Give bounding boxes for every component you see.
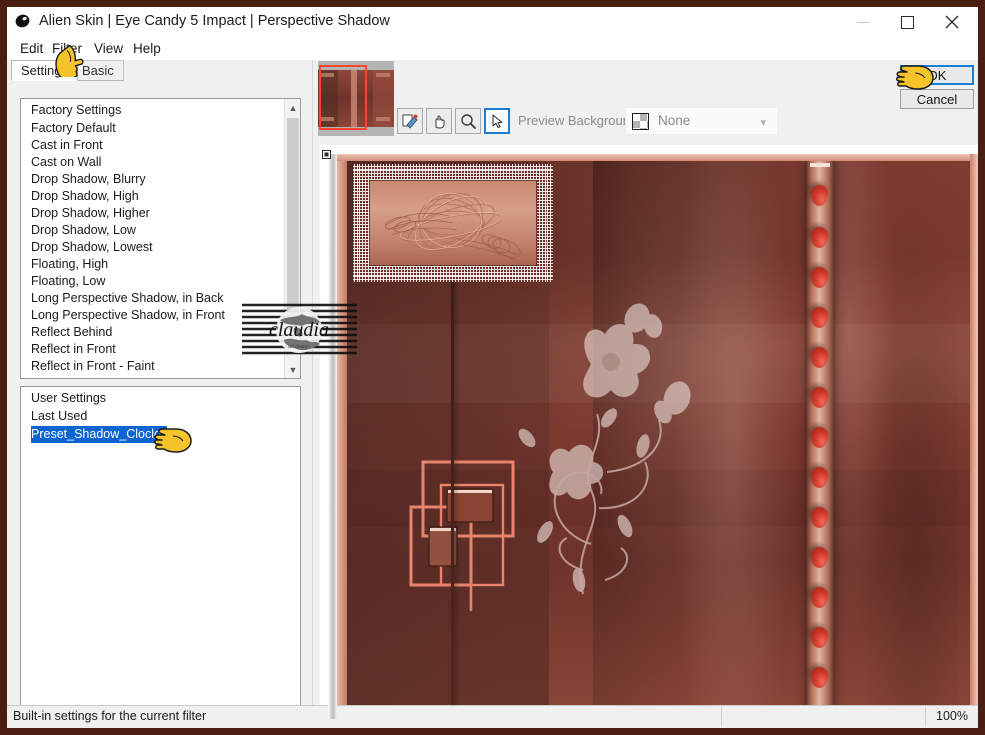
- status-bar: Built-in settings for the current filter…: [7, 705, 978, 728]
- status-message: Built-in settings for the current filter: [13, 709, 207, 723]
- artwork-left-border: [337, 154, 347, 719]
- menu-item-edit[interactable]: Edit: [16, 39, 47, 58]
- preview-background-select[interactable]: None ▾: [625, 107, 778, 135]
- artwork-petal: [811, 387, 828, 408]
- artwork-ornament-column: [805, 161, 835, 719]
- artwork-floral-vine: [487, 294, 697, 595]
- title-bar: Alien Skin | Eye Candy 5 Impact | Perspe…: [7, 7, 978, 37]
- list-item-selected[interactable]: Preset_Shadow_Cloclo: [31, 426, 167, 443]
- zoom-icon[interactable]: [455, 108, 481, 134]
- arrow-icon[interactable]: [484, 108, 510, 134]
- artwork-frame-inner: [369, 180, 537, 266]
- artwork-spiral-graphic: [370, 181, 536, 265]
- artwork-petal: [811, 507, 828, 528]
- menu-item-help[interactable]: Help: [129, 39, 165, 58]
- scrollbar-thumb[interactable]: [287, 118, 299, 328]
- artwork-right-border: [970, 154, 978, 719]
- pointer-hand-icon-filter: [49, 44, 91, 81]
- crop-corner-icon: [322, 146, 331, 159]
- preview-ruler: [328, 154, 337, 719]
- list-item[interactable]: Cast on Wall: [21, 154, 285, 171]
- eyedropper-icon[interactable]: [397, 108, 423, 134]
- alien-skin-icon: [13, 12, 32, 31]
- artwork-framed-panel: [353, 164, 553, 282]
- hand-icon[interactable]: [426, 108, 452, 134]
- chevron-down-icon[interactable]: ▾: [760, 116, 766, 129]
- preview-background-value: None: [658, 113, 691, 128]
- artwork-petal: [811, 547, 828, 568]
- close-icon: [945, 15, 958, 29]
- transparency-swatch-icon: [632, 113, 649, 130]
- window-title: Alien Skin | Eye Candy 5 Impact | Perspe…: [39, 13, 390, 29]
- navigator-thumbnail[interactable]: [318, 61, 394, 136]
- preview-panel: Preview Background: None ▾ OK Cancel: [313, 60, 978, 719]
- list-item[interactable]: Drop Shadow, Higher: [21, 205, 285, 222]
- list-item[interactable]: Floating, Low: [21, 273, 285, 290]
- list-item[interactable]: Factory Default: [21, 120, 285, 137]
- watermark-text: claudia: [269, 319, 329, 341]
- pointer-hand-icon-ok: [891, 63, 935, 93]
- preview-artwork[interactable]: [337, 154, 978, 719]
- artwork-petal: [811, 427, 828, 448]
- artwork-petal: [811, 307, 828, 328]
- navigator-viewport-rect[interactable]: [319, 65, 367, 130]
- list-item[interactable]: Last Used: [21, 408, 300, 425]
- status-separator-2: [925, 707, 926, 727]
- artwork-vertical-divider: [451, 236, 454, 719]
- preview-canvas[interactable]: [320, 145, 978, 719]
- minimize-button[interactable]: [841, 7, 886, 37]
- zoom-level: 100%: [936, 709, 968, 723]
- maximize-button[interactable]: [885, 7, 930, 37]
- artwork-petal: [811, 587, 828, 608]
- artwork-petal: [811, 627, 828, 648]
- artwork-petal: [811, 467, 828, 488]
- list-item[interactable]: Drop Shadow, High: [21, 188, 285, 205]
- menu-bar: Edit Filter View Help: [7, 37, 978, 60]
- artwork-petal: [811, 185, 828, 206]
- watermark-overlay: claudia art design: [242, 302, 357, 357]
- list-item[interactable]: Drop Shadow, Lowest: [21, 239, 285, 256]
- pointer-hand-icon-preset: [149, 426, 193, 456]
- factory-settings-header: Factory Settings: [31, 103, 122, 117]
- scroll-up-icon[interactable]: ▲: [285, 99, 300, 116]
- artwork-petal: [811, 347, 828, 368]
- list-item[interactable]: Cast in Front: [21, 137, 285, 154]
- preview-background-label: Preview Background:: [518, 113, 641, 128]
- artwork-column-cap: [810, 163, 830, 167]
- artwork-petal: [811, 667, 828, 688]
- artwork-top-border: [337, 154, 978, 161]
- list-item[interactable]: Drop Shadow, Blurry: [21, 171, 285, 188]
- application-window: Alien Skin | Eye Candy 5 Impact | Perspe…: [0, 0, 985, 735]
- list-item[interactable]: Drop Shadow, Low: [21, 222, 285, 239]
- artwork-petal: [811, 267, 828, 288]
- settings-body: Factory Settings Factory Default Cast in…: [7, 81, 312, 728]
- close-button[interactable]: [929, 7, 974, 37]
- artwork-petal: [811, 227, 828, 248]
- list-item[interactable]: Reflect in Front - Faint: [21, 358, 285, 375]
- settings-panel: Settings Basic Factory Settings Factory …: [7, 60, 313, 728]
- user-settings-header: User Settings: [31, 391, 107, 405]
- svg-text:art design: art design: [288, 344, 310, 350]
- scroll-down-icon[interactable]: ▼: [285, 361, 300, 378]
- status-separator: [721, 707, 722, 727]
- menu-item-view[interactable]: View: [90, 39, 127, 58]
- list-item[interactable]: Floating, High: [21, 256, 285, 273]
